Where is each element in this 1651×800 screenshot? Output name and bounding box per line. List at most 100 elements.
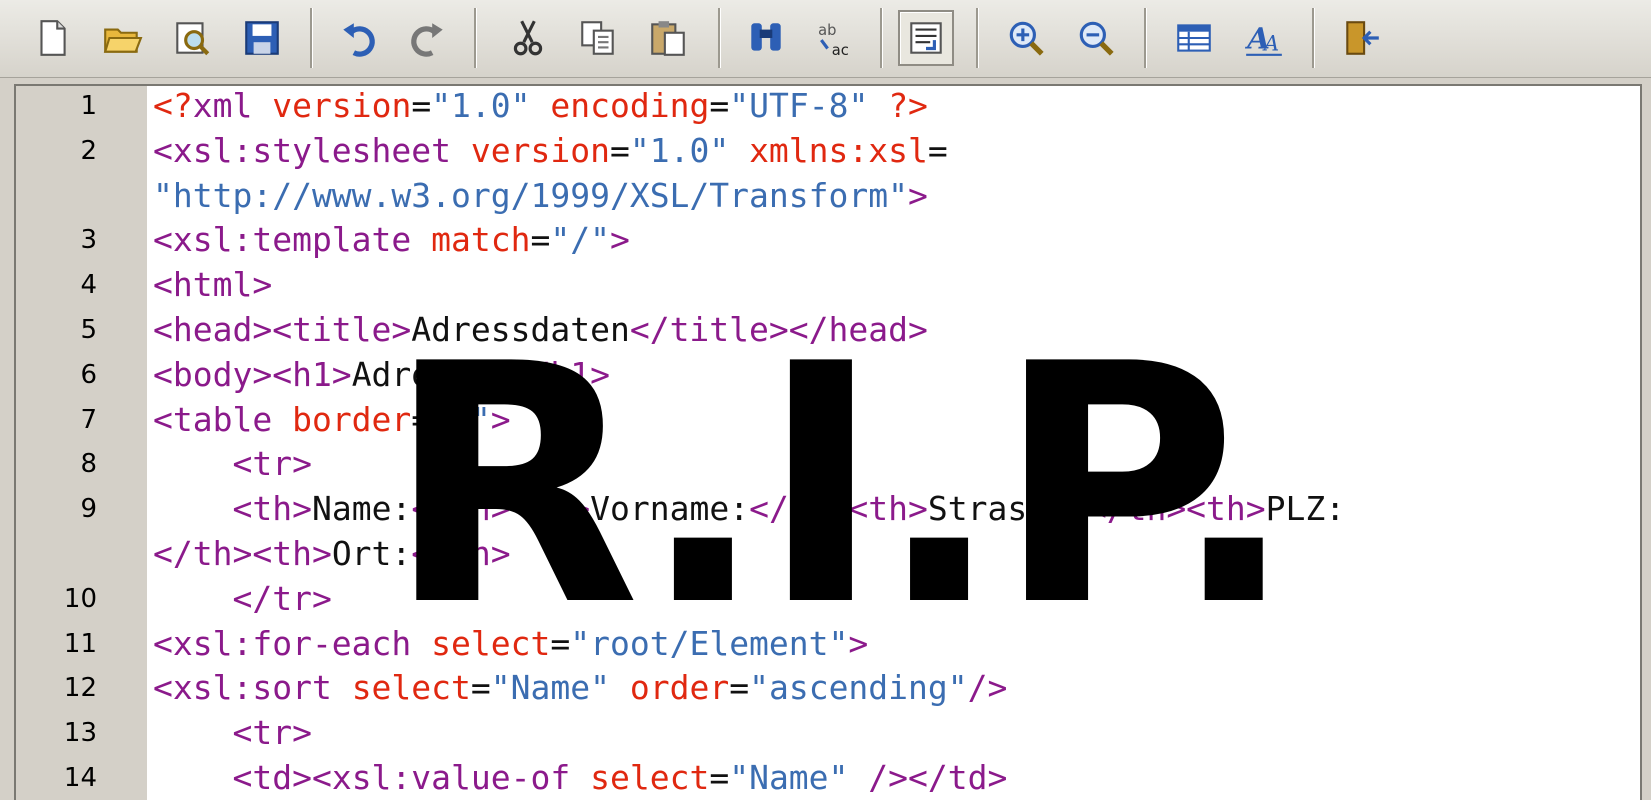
save-button[interactable]	[234, 10, 290, 66]
save-icon	[245, 21, 279, 55]
table-icon	[1177, 24, 1211, 52]
code-token: <xsl:for-each	[153, 623, 432, 663]
code-token: select	[431, 623, 551, 663]
line-text: <html>	[153, 263, 272, 308]
zoom-out-button[interactable]	[1068, 10, 1124, 66]
code-token: <head><title>	[153, 309, 412, 349]
font-icon: AA	[1244, 20, 1282, 56]
code-token: "/"	[550, 220, 610, 260]
preview-button[interactable]	[164, 10, 220, 66]
code-token: <table	[153, 399, 293, 439]
preview-icon	[176, 22, 210, 56]
line-text: <table border="1">	[153, 398, 511, 443]
code-token: "1.0"	[629, 130, 730, 170]
code-token: "UTF-8"	[729, 86, 869, 125]
line-text: <xsl:sort select="Name" order="ascending…	[153, 666, 1007, 711]
line-number: 5	[80, 314, 97, 345]
code-token: /></td>	[868, 757, 1008, 797]
code-token: Adressen	[351, 354, 511, 394]
paste-button[interactable]	[640, 10, 696, 66]
code-token: order	[629, 668, 730, 708]
code-line[interactable]: 14 <td><xsl:value-of select="Name" /></t…	[16, 756, 1640, 800]
line-number: 3	[80, 225, 97, 256]
code-token: ?>	[888, 86, 928, 125]
line-text: "http://www.w3.org/1999/XSL/Transform">	[153, 174, 928, 219]
line-number: 10	[63, 583, 97, 614]
code-area[interactable]: 1 <?xml version="1.0" encoding="UTF-8" ?>…	[16, 86, 1640, 800]
code-line[interactable]: 13 <tr>	[16, 711, 1640, 756]
zoom-in-button[interactable]	[998, 10, 1054, 66]
code-token: >	[609, 220, 630, 260]
code-token: "root/Element"	[570, 623, 849, 663]
code-token: "ascending"	[749, 668, 968, 708]
new-file-icon	[40, 20, 66, 56]
cut-button[interactable]	[500, 10, 556, 66]
find-button[interactable]	[738, 10, 794, 66]
code-line[interactable]: 2 <xsl:stylesheet version="1.0" xmlns:xsl…	[16, 129, 1640, 174]
code-line[interactable]: 5 <head><title>Adressdaten</title></head>	[16, 308, 1640, 353]
code-line[interactable]: 3 <xsl:template match="/">	[16, 218, 1640, 263]
code-token: =	[709, 757, 730, 797]
line-number: 7	[80, 404, 97, 435]
undo-button[interactable]	[330, 10, 386, 66]
line-text: <tr>	[153, 442, 311, 487]
code-token: match	[431, 220, 531, 260]
code-token: =	[550, 623, 571, 663]
line-text: </tr>	[153, 577, 331, 622]
code-line[interactable]: 11 <xsl:for-each select="root/Element">	[16, 622, 1640, 667]
copy-button[interactable]	[570, 10, 626, 66]
word-wrap-button[interactable]	[898, 10, 954, 66]
code-token: </h1>	[510, 354, 610, 394]
code-token: <?	[153, 86, 193, 125]
code-token: border	[292, 399, 412, 439]
code-token: </th><th>	[153, 533, 332, 573]
code-line[interactable]: 9 <th>Name:</th><th>Vorname:</th><th>Str…	[16, 487, 1640, 532]
code-token: />	[967, 668, 1008, 708]
line-text: <?xml version="1.0" encoding="UTF-8" ?>	[153, 86, 928, 129]
redo-button[interactable]	[400, 10, 456, 66]
new-file-button[interactable]	[24, 10, 80, 66]
code-line[interactable]: 8 <tr>	[16, 442, 1640, 487]
code-line[interactable]: 7 <table border="1">	[16, 398, 1640, 443]
code-token: select	[351, 668, 471, 708]
undo-icon	[343, 23, 375, 57]
code-token: version	[272, 86, 412, 125]
open-button[interactable]	[94, 10, 150, 66]
svg-text:ab: ab	[818, 22, 836, 39]
replace-button[interactable]: ab ac	[808, 10, 864, 66]
paste-icon	[651, 21, 685, 56]
code-line[interactable]: </th><th>Ort:</th>	[16, 532, 1640, 577]
exit-button[interactable]	[1334, 10, 1390, 66]
code-line[interactable]: 10 </tr>	[16, 577, 1640, 622]
code-line[interactable]: "http://www.w3.org/1999/XSL/Transform">	[16, 174, 1640, 219]
code-token: <xsl:template	[153, 220, 432, 260]
code-line[interactable]: 12 <xsl:sort select="Name" order="ascendi…	[16, 666, 1640, 711]
line-text: </th><th>Ort:</th>	[153, 532, 511, 577]
line-text: <xsl:stylesheet version="1.0" xmlns:xsl=	[153, 129, 948, 174]
svg-text:ac: ac	[832, 42, 849, 59]
zoom-in-icon	[1009, 21, 1044, 56]
line-text: <head><title>Adressdaten</title></head>	[153, 308, 928, 353]
code-line[interactable]: 1 <?xml version="1.0" encoding="UTF-8" ?>	[16, 86, 1640, 129]
code-token: </th><th>	[411, 489, 591, 529]
code-token: >	[490, 399, 511, 439]
code-token: encoding	[550, 86, 710, 125]
code-token: Strasse:	[927, 489, 1087, 529]
code-line[interactable]: 4 <html>	[16, 263, 1640, 308]
code-line[interactable]: 6 <body><h1>Adressen</h1>	[16, 353, 1640, 398]
code-token: select	[590, 757, 710, 797]
code-editor[interactable]: 1 <?xml version="1.0" encoding="UTF-8" ?>…	[14, 84, 1642, 800]
code-token: <xsl:stylesheet	[153, 130, 471, 170]
toolbar: ab ac AA	[0, 0, 1651, 78]
font-button[interactable]: AA	[1236, 10, 1292, 66]
code-token: xmlns:xsl	[749, 130, 928, 170]
table-button[interactable]	[1166, 10, 1222, 66]
code-token: <td><xsl:value-of	[232, 757, 591, 797]
code-token: >	[907, 175, 928, 215]
code-token: <tr>	[232, 713, 312, 753]
